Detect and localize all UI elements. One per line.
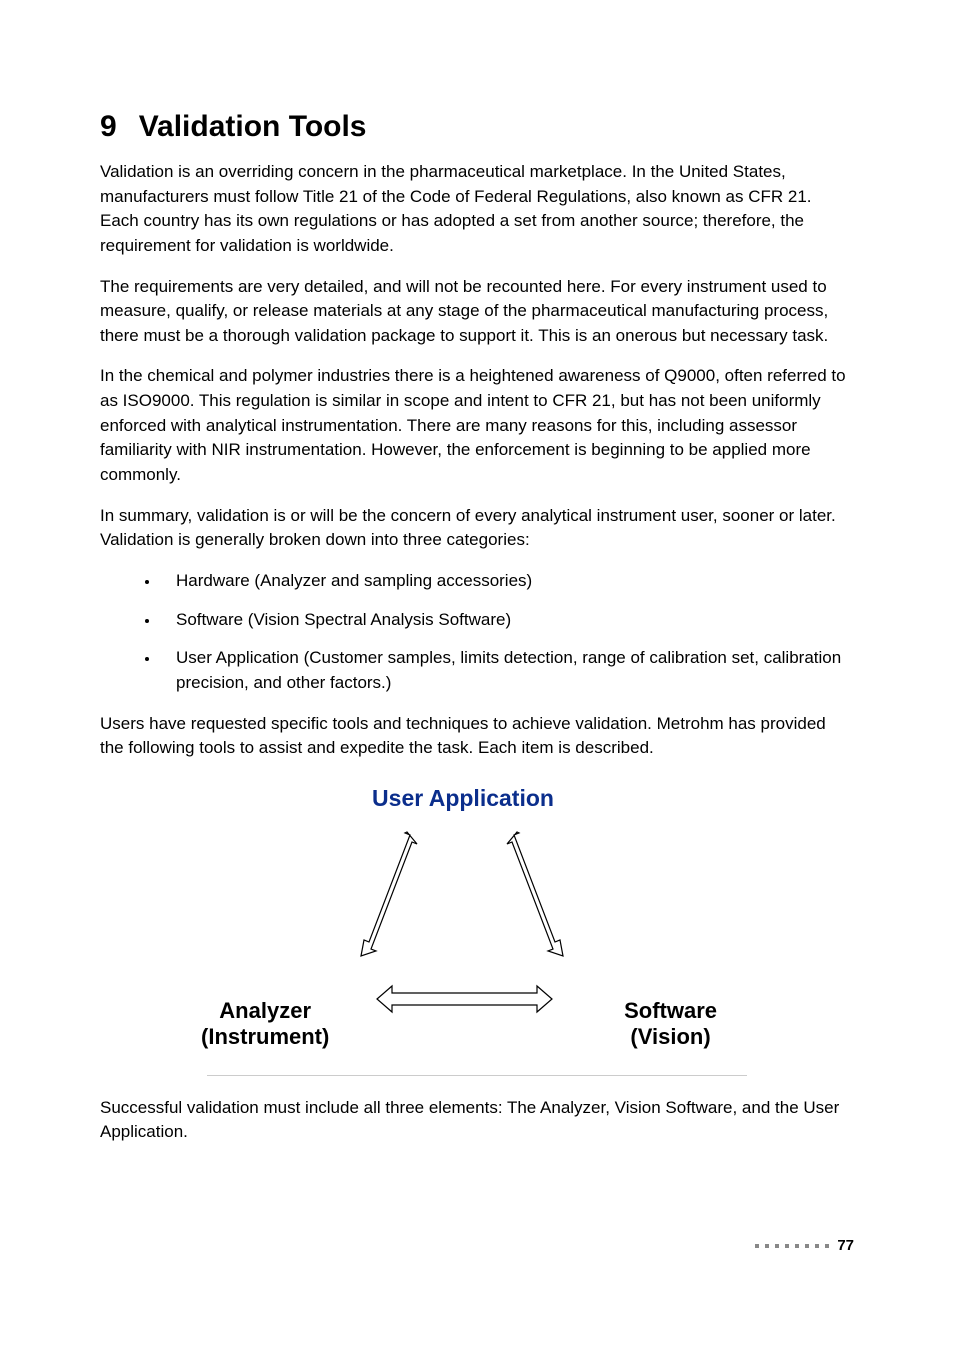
page-footer: 77 [755, 1237, 854, 1254]
chapter-heading: 9 Validation Tools [100, 110, 854, 144]
page-number: 77 [837, 1237, 854, 1254]
chapter-number: 9 [100, 110, 117, 143]
list-item: Software (Vision Spectral Analysis Softw… [160, 608, 854, 633]
bullet-list: Hardware (Analyzer and sampling accessor… [100, 569, 854, 696]
body-paragraph: In summary, validation is or will be the… [100, 504, 854, 553]
document-page: 9 Validation Tools Validation is an overr… [0, 0, 954, 1350]
body-paragraph: The requirements are very detailed, and … [100, 275, 854, 349]
chapter-title: Validation Tools [139, 110, 367, 143]
list-item: Hardware (Analyzer and sampling accessor… [160, 569, 854, 594]
body-paragraph: Successful validation must include all t… [100, 1096, 854, 1145]
diagram-divider [207, 1075, 747, 1076]
arrows-svg [207, 789, 747, 1069]
validation-diagram: User Application Analyzer (Instrument) S… [207, 789, 747, 1076]
list-item: User Application (Customer samples, limi… [160, 646, 854, 695]
body-paragraph: In the chemical and polymer industries t… [100, 364, 854, 487]
body-paragraph: Validation is an overriding concern in t… [100, 160, 854, 259]
footer-dots-icon [755, 1244, 829, 1248]
body-paragraph: Users have requested specific tools and … [100, 712, 854, 761]
